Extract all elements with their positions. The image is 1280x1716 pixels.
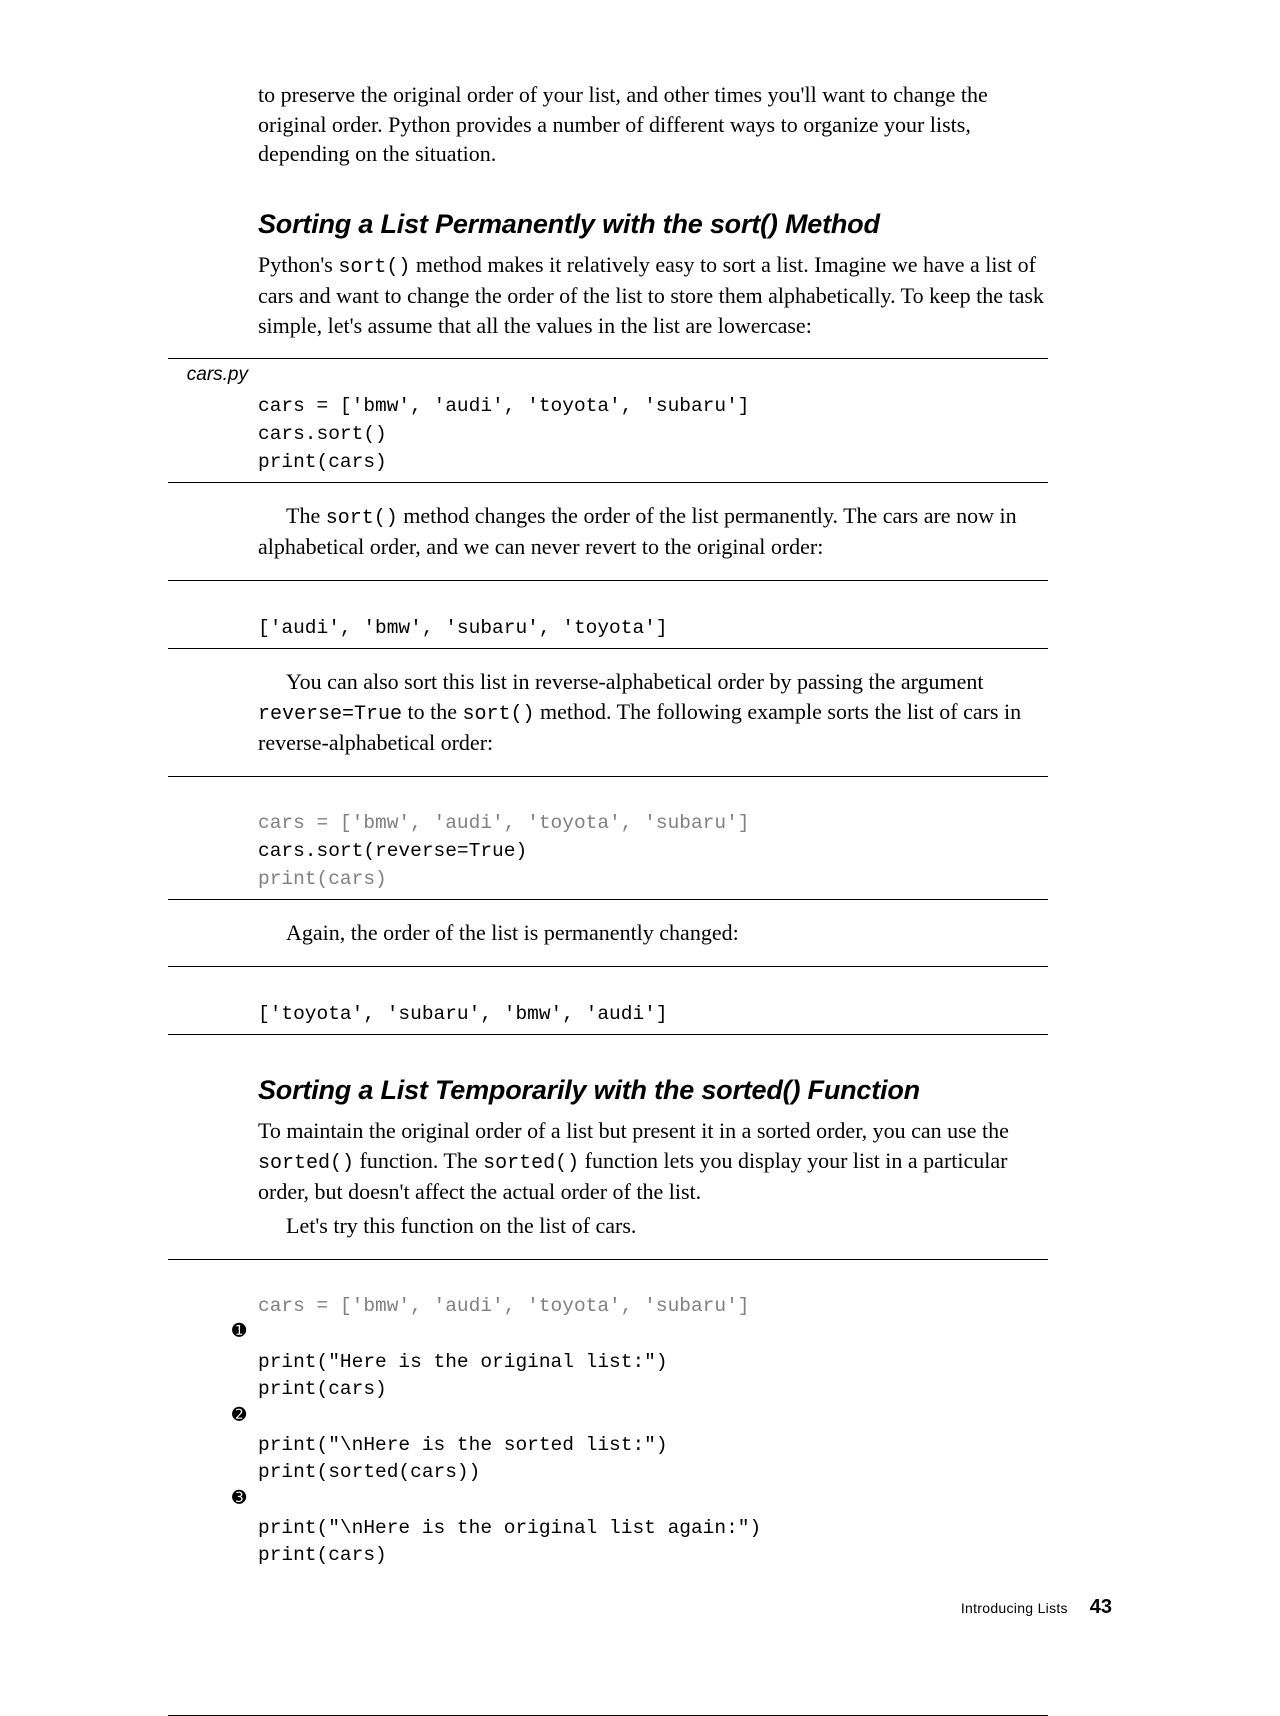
- code-line: print("\nHere is the sorted list:"): [258, 1432, 1048, 1460]
- code-listing: ['toyota', 'subaru', 'bmw', 'audi']: [168, 966, 1048, 1035]
- text: You can also sort this list in reverse-a…: [286, 669, 984, 694]
- code-line: print(sorted(cars)): [258, 1459, 1048, 1487]
- code-line: [258, 1321, 1048, 1349]
- code-line: cars.sort(): [258, 421, 1048, 449]
- section1-p4: Again, the order of the list is permanen…: [258, 918, 1048, 948]
- inline-code: reverse=True: [258, 703, 402, 726]
- inline-code: sorted(): [483, 1152, 579, 1175]
- inline-code: sort(): [338, 256, 410, 279]
- code-line: ['toyota', 'subaru', 'bmw', 'audi']: [258, 1001, 1048, 1029]
- inline-code: sorted(): [258, 1152, 354, 1175]
- code-line: cars = ['bmw', 'audi', 'toyota', 'subaru…: [258, 1293, 1048, 1321]
- code-line: print(cars): [258, 1542, 1048, 1570]
- code-line: ['audi', 'bmw', 'subaru', 'toyota']: [258, 615, 1048, 643]
- code-line: print("\nHere is the original list again…: [258, 1515, 1048, 1543]
- code-line: [258, 1487, 1048, 1515]
- content-column: to preserve the original order of your l…: [258, 80, 1048, 1716]
- code-line: print(cars): [258, 1376, 1048, 1404]
- page-footer: Introducing Lists 43: [961, 1596, 1112, 1619]
- section1-p3: You can also sort this list in reverse-a…: [258, 667, 1048, 757]
- heading-sort-method: Sorting a List Permanently with the sort…: [258, 209, 1048, 240]
- inline-code: sort(): [326, 507, 398, 530]
- footer-page-number: 43: [1090, 1596, 1112, 1618]
- text: to the: [402, 699, 463, 724]
- output-block-2: ['toyota', 'subaru', 'bmw', 'audi']: [168, 966, 1048, 1035]
- section1-p1: Python's sort() method makes it relative…: [258, 250, 1048, 340]
- code-block-sorted-function: cars = ['bmw', 'audi', 'toyota', 'subaru…: [168, 1259, 1048, 1716]
- code-block-cars-sort: cars.py cars = ['bmw', 'audi', 'toyota',…: [168, 358, 1048, 483]
- callout-1-icon: ➊: [232, 1322, 246, 1339]
- code-listing: cars = ['bmw', 'audi', 'toyota', 'subaru…: [168, 1259, 1048, 1716]
- code-line: cars = ['bmw', 'audi', 'toyota', 'subaru…: [258, 810, 1048, 838]
- code-line: print("Here is the original list:"): [258, 1349, 1048, 1377]
- callout-3-icon: ➌: [232, 1489, 246, 1506]
- section2-p2: Let's try this function on the list of c…: [258, 1211, 1048, 1241]
- code-listing: ['audi', 'bmw', 'subaru', 'toyota']: [168, 580, 1048, 649]
- section2-p1: To maintain the original order of a list…: [258, 1116, 1048, 1206]
- code-listing: cars = ['bmw', 'audi', 'toyota', 'subaru…: [168, 358, 1048, 483]
- code-line: cars.sort(reverse=True): [258, 838, 1048, 866]
- code-line: cars = ['bmw', 'audi', 'toyota', 'subaru…: [258, 393, 1048, 421]
- code-line: [258, 1404, 1048, 1432]
- text: Python's: [258, 252, 338, 277]
- footer-chapter-title: Introducing Lists: [961, 1600, 1068, 1616]
- code-line: print(cars): [258, 866, 1048, 894]
- code-listing: cars = ['bmw', 'audi', 'toyota', 'subaru…: [168, 776, 1048, 901]
- page: to preserve the original order of your l…: [0, 0, 1280, 1691]
- intro-paragraph: to preserve the original order of your l…: [258, 80, 1048, 169]
- text: To maintain the original order of a list…: [258, 1118, 1009, 1143]
- code-line: print(cars): [258, 449, 1048, 477]
- inline-code: sort(): [463, 703, 535, 726]
- callout-2-icon: ➋: [232, 1406, 246, 1423]
- text: function. The: [354, 1148, 483, 1173]
- heading-sorted-function: Sorting a List Temporarily with the sort…: [258, 1075, 1048, 1106]
- code-block-reverse-sort: cars = ['bmw', 'audi', 'toyota', 'subaru…: [168, 776, 1048, 901]
- section1-p2: The sort() method changes the order of t…: [258, 501, 1048, 562]
- output-block-1: ['audi', 'bmw', 'subaru', 'toyota']: [168, 580, 1048, 649]
- code-file-label: cars.py: [168, 364, 248, 386]
- text: The: [286, 503, 326, 528]
